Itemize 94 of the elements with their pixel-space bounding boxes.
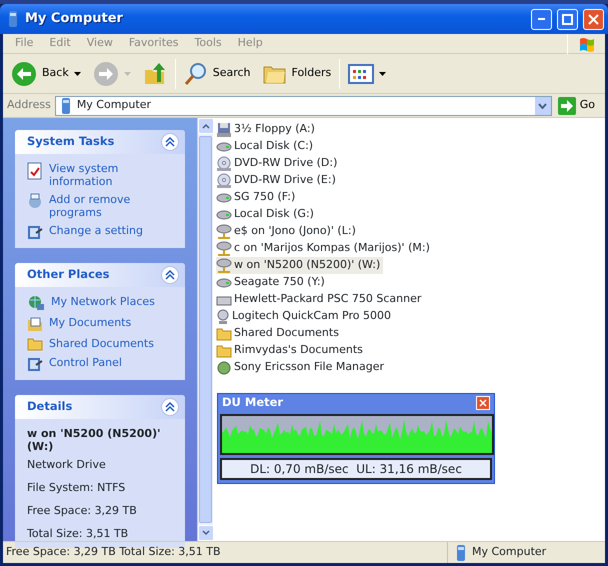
minimize-icon bbox=[538, 18, 545, 20]
task-link[interactable]: My Network Places bbox=[51, 295, 155, 308]
drive-item[interactable]: Seagate 750 (Y:) bbox=[216, 274, 328, 291]
address-label: Address bbox=[7, 97, 51, 114]
task-link[interactable]: View system information bbox=[49, 162, 179, 188]
collapse-button[interactable] bbox=[161, 266, 179, 284]
address-field[interactable]: My Computer bbox=[54, 96, 552, 116]
drive-item[interactable]: Local Disk (C:) bbox=[216, 138, 316, 155]
caret-icon bbox=[124, 72, 131, 76]
back-button[interactable]: Back bbox=[7, 58, 85, 88]
close-icon bbox=[479, 399, 487, 407]
folder-icon bbox=[216, 326, 232, 340]
chevron-icon bbox=[165, 270, 175, 280]
chevron-down-icon bbox=[538, 102, 548, 108]
folders-button[interactable]: Folders bbox=[258, 62, 336, 86]
scanner-icon bbox=[216, 294, 232, 306]
folder-icon bbox=[216, 344, 232, 358]
disc-drive-icon bbox=[216, 172, 232, 188]
detail-text: Total Size: 3,51 TB bbox=[27, 527, 130, 540]
scrollbar-thumb[interactable] bbox=[199, 136, 212, 523]
collapse-button[interactable] bbox=[161, 133, 179, 151]
computer-icon bbox=[454, 544, 468, 560]
drive-item[interactable]: SG 750 (F:) bbox=[216, 189, 298, 206]
folder-icon bbox=[27, 337, 43, 351]
drive-item[interactable]: Logitech QuickCam Pro 5000 bbox=[216, 308, 394, 325]
hard-drive-icon bbox=[216, 278, 232, 288]
computer-icon bbox=[6, 11, 20, 27]
network-drive-icon bbox=[216, 224, 232, 240]
scroll-up-button[interactable] bbox=[198, 118, 214, 134]
panel-title: Other Places bbox=[27, 266, 111, 284]
drive-item[interactable]: Sony Ericsson File Manager bbox=[216, 359, 388, 376]
checklist-icon bbox=[27, 162, 43, 180]
task-link[interactable]: My Documents bbox=[49, 316, 132, 329]
drive-item[interactable]: Local Disk (G:) bbox=[216, 206, 317, 223]
dropdown-button[interactable] bbox=[534, 96, 551, 114]
webcam-icon bbox=[216, 308, 230, 324]
task-link[interactable]: Add or remove programs bbox=[49, 193, 179, 219]
close-icon bbox=[588, 14, 599, 24]
control-panel-icon bbox=[27, 224, 43, 240]
folders-icon bbox=[262, 64, 287, 84]
speed-reading: DL: 0,70 mB/sec UL: 31,16 mB/sec bbox=[220, 458, 492, 480]
phone-app-icon bbox=[216, 360, 232, 376]
close-button[interactable] bbox=[476, 396, 490, 410]
task-link[interactable]: Change a setting bbox=[49, 224, 143, 237]
collapse-button[interactable] bbox=[161, 398, 179, 416]
drive-item[interactable]: Rimvydas's Documents bbox=[216, 342, 366, 359]
drive-item[interactable]: w on 'N5200 (N5200)' (W:) bbox=[216, 257, 384, 274]
chevron-up-icon bbox=[202, 123, 210, 129]
go-button[interactable]: Go bbox=[556, 96, 601, 114]
minimize-button[interactable] bbox=[531, 8, 552, 30]
chevron-down-icon bbox=[202, 530, 210, 536]
caret-icon bbox=[379, 72, 386, 76]
views-grid-icon bbox=[348, 64, 374, 84]
maximize-icon bbox=[562, 14, 573, 24]
network-drive-icon bbox=[216, 240, 232, 256]
search-button[interactable]: Search bbox=[180, 60, 255, 88]
scroll-down-button[interactable] bbox=[198, 525, 214, 541]
detail-text: File System: NTFS bbox=[27, 481, 126, 494]
window-title: My Computer bbox=[25, 10, 124, 28]
documents-folder-icon bbox=[27, 316, 43, 332]
detail-text: Free Space: 3,29 TB bbox=[27, 504, 138, 517]
task-link[interactable]: Shared Documents bbox=[49, 337, 154, 350]
network-drive-icon bbox=[216, 258, 232, 274]
drive-item[interactable]: Shared Documents bbox=[216, 325, 342, 342]
disc-drive-icon bbox=[216, 156, 232, 172]
panel-title: System Tasks bbox=[27, 133, 116, 150]
drive-item[interactable]: c on 'Marijos Kompas (Marijos)' (M:) bbox=[216, 240, 433, 257]
chevron-icon bbox=[165, 402, 175, 412]
status-zone: My Computer bbox=[472, 544, 546, 560]
hard-drive-icon bbox=[216, 192, 232, 202]
close-button[interactable] bbox=[583, 8, 604, 30]
chevron-icon bbox=[165, 137, 175, 147]
control-panel-icon bbox=[27, 356, 43, 372]
drive-item[interactable]: 3½ Floppy (A:) bbox=[216, 121, 318, 138]
panel-title: Details bbox=[27, 398, 74, 416]
folder-up-arrow-icon bbox=[142, 62, 167, 86]
hard-drive-icon bbox=[216, 142, 232, 152]
hard-drive-icon bbox=[216, 210, 232, 220]
maximize-button[interactable] bbox=[557, 8, 578, 30]
globe-icon bbox=[27, 295, 45, 311]
drive-item[interactable]: DVD-RW Drive (E:) bbox=[216, 172, 339, 189]
meter-title: DU Meter bbox=[222, 394, 284, 412]
drive-item[interactable]: e$ on 'Jono (Jono)' (L:) bbox=[216, 223, 359, 240]
detail-name: w on 'N5200 (N5200)' (W:) bbox=[27, 427, 162, 453]
caret-icon bbox=[74, 72, 81, 76]
drive-item[interactable]: Hewlett-Packard PSC 750 Scanner bbox=[216, 291, 424, 308]
detail-text: Network Drive bbox=[27, 458, 107, 471]
windows-logo-icon bbox=[578, 36, 596, 52]
floppy-drive-icon bbox=[216, 122, 232, 138]
status-text: Free Space: 3,29 TB Total Size: 3,51 TB bbox=[5, 544, 222, 560]
drive-item[interactable]: DVD-RW Drive (D:) bbox=[216, 155, 340, 172]
search-icon bbox=[184, 62, 208, 86]
go-arrow-icon bbox=[558, 96, 576, 114]
task-link[interactable]: Control Panel bbox=[49, 356, 122, 369]
